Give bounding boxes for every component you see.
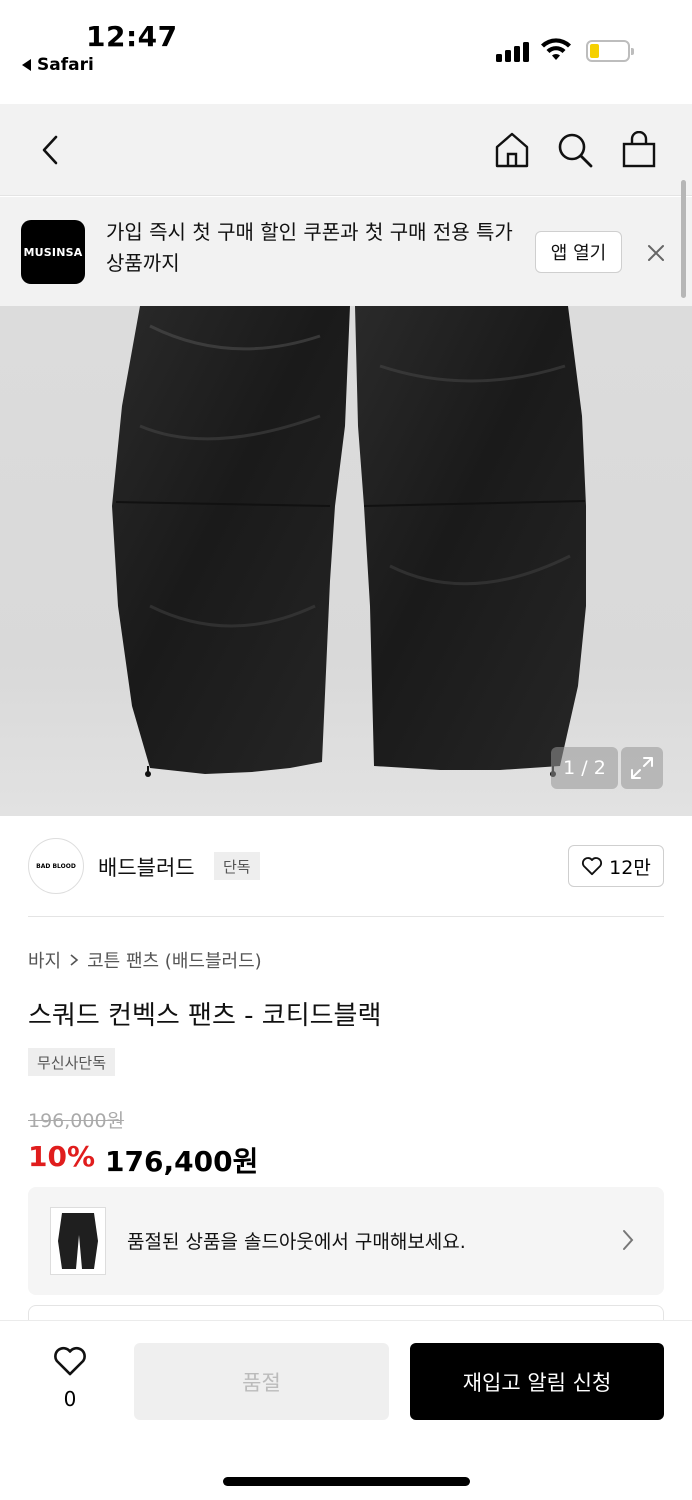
open-app-button[interactable]: 앱 열기 [535, 231, 622, 273]
soldout-button: 품절 [134, 1343, 389, 1420]
brand-exclusive-badge: 단독 [214, 852, 260, 880]
expand-image-button[interactable] [621, 747, 663, 789]
sale-price: 176,400원 [105, 1145, 259, 1178]
close-icon [648, 245, 664, 261]
wishlist-button[interactable]: 0 [48, 1345, 92, 1411]
top-navigation [0, 104, 692, 196]
banner-close-button[interactable] [644, 241, 668, 269]
wishlist-count: 0 [63, 1387, 77, 1411]
scrollbar[interactable] [681, 180, 686, 298]
bottom-action-bar: 0 품절 재입고 알림 신청 [0, 1320, 692, 1500]
battery-icon [586, 40, 634, 62]
status-time: 12:47 [86, 20, 178, 53]
expand-icon [631, 757, 653, 779]
breadcrumb-item[interactable]: 바지 [28, 947, 61, 973]
discount-rate: 10% [28, 1140, 96, 1173]
gallery-page-indicator: 1 / 2 [551, 747, 618, 789]
musinsa-logo: MUSINSA [21, 220, 85, 284]
chevron-right-icon [622, 1229, 634, 1255]
breadcrumb: 바지 코튼 팬츠 (배드블러드) [28, 947, 262, 973]
back-triangle-icon [22, 59, 31, 71]
soldout-market-card[interactable]: 품절된 상품을 솔드아웃에서 구매해보세요. [28, 1187, 664, 1295]
product-title: 스쿼드 컨벡스 팬츠 - 코티드블랙 [28, 1001, 382, 1031]
brand-like-button[interactable]: 12만 [568, 845, 664, 887]
wifi-icon [540, 38, 572, 66]
back-app-label: Safari [37, 55, 94, 75]
product-image-gallery[interactable]: 1 / 2 [0, 306, 692, 816]
search-icon [558, 133, 593, 168]
home-indicator [223, 1477, 470, 1486]
product-image [112, 306, 586, 777]
restock-alert-button[interactable]: 재입고 알림 신청 [410, 1343, 664, 1420]
soldout-card-text: 품절된 상품을 솔드아웃에서 구매해보세요. [127, 1231, 466, 1253]
original-price: 196,000원 [28, 1110, 125, 1132]
brand-row: BAD BLOOD 배드블러드 단독 12만 [28, 817, 664, 917]
chevron-right-icon [70, 954, 79, 966]
banner-text: 가입 즉시 첫 구매 할인 쿠폰과 첫 구매 전용 특가 상품까지 [106, 220, 513, 275]
shopping-bag-icon [622, 131, 656, 168]
cart-button[interactable] [619, 130, 659, 170]
app-install-banner: MUSINSA 가입 즉시 첫 구매 할인 쿠폰과 첫 구매 전용 특가 상품까… [0, 197, 692, 306]
brand-like-count: 12만 [609, 856, 651, 879]
back-to-safari[interactable]: Safari [22, 55, 94, 75]
chevron-left-icon [42, 135, 58, 165]
search-button[interactable] [555, 130, 595, 170]
heart-icon [54, 1346, 86, 1376]
status-bar: 12:47 Safari [0, 0, 692, 104]
home-button[interactable] [492, 130, 532, 170]
home-icon [495, 132, 529, 168]
exclusive-badge: 무신사단독 [28, 1048, 116, 1076]
brand-name[interactable]: 배드블러드 [98, 852, 195, 882]
cellular-signal-icon [496, 40, 529, 62]
breadcrumb-item[interactable]: 코튼 팬츠 (배드블러드) [87, 947, 262, 973]
soldout-product-thumbnail [50, 1207, 106, 1275]
sale-price-row: 10% 176,400원 [28, 1140, 258, 1180]
heart-icon [582, 857, 603, 876]
back-button[interactable] [34, 132, 66, 168]
brand-logo[interactable]: BAD BLOOD [28, 838, 84, 894]
